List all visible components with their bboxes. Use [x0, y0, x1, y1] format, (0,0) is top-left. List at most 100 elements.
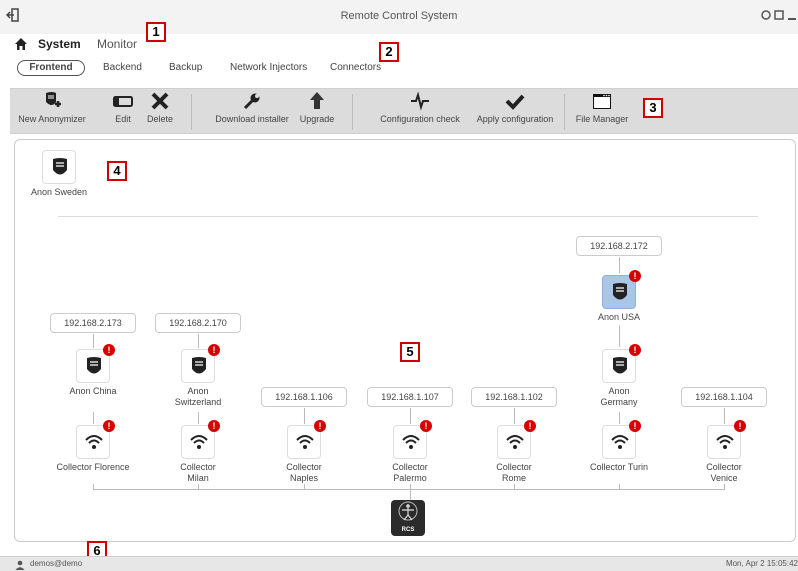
collector-node[interactable]: ! [497, 420, 536, 459]
anonymizer-mask-icon [87, 357, 101, 374]
collector-label: Collector Venice [706, 462, 742, 483]
alert-icon: ! [629, 270, 641, 282]
rcs-server-node[interactable]: RCS [391, 500, 425, 536]
wrench-icon [243, 93, 260, 110]
alert-icon: ! [629, 420, 641, 432]
rcs-logo-icon [398, 501, 418, 521]
connector-line [93, 412, 94, 424]
anonymizer-mask-icon [613, 283, 627, 300]
collector-label: Collector Palermo [392, 462, 428, 483]
edit-button[interactable]: Edit [110, 91, 136, 124]
window-controls-icon[interactable] [760, 8, 796, 22]
delete-button[interactable]: Delete [143, 91, 177, 124]
file-manager-button[interactable]: File Manager [574, 91, 630, 124]
collector-node[interactable]: ! [287, 420, 326, 459]
collector-label: Collector Florence [56, 462, 130, 472]
connector-line [724, 408, 725, 424]
callout-marker: 1 [146, 22, 166, 42]
anonymizer-node[interactable]: ! [181, 344, 220, 383]
wifi-icon [402, 435, 420, 449]
nav-monitor[interactable]: Monitor [97, 37, 137, 51]
callout-marker: 5 [400, 342, 420, 362]
status-datetime: Mon, Apr 2 15:05:42 [725, 559, 798, 568]
ip-box: 192.168.1.102 [471, 387, 557, 407]
wifi-icon [716, 435, 734, 449]
connector-line [198, 334, 199, 348]
anonymizer-label: Anon China [69, 386, 117, 396]
tab-backend[interactable]: Backend [103, 62, 142, 73]
alert-icon: ! [629, 344, 641, 356]
wifi-icon [611, 435, 629, 449]
anonymizer-label: Anon Sweden [30, 187, 88, 197]
ip-box: 192.168.1.107 [367, 387, 453, 407]
collector-label: Collector Rome [496, 462, 532, 483]
anonymizer-mask-icon [53, 158, 67, 175]
title-bar: Remote Control System [0, 0, 798, 34]
alert-icon: ! [208, 344, 220, 356]
configuration-check-button[interactable]: Configuration check [374, 91, 466, 124]
upgrade-button[interactable]: Upgrade [294, 91, 340, 124]
tab-backup[interactable]: Backup [169, 62, 202, 73]
anonymizer-node[interactable]: ! [76, 344, 115, 383]
alert-icon: ! [103, 420, 115, 432]
collector-node[interactable]: ! [76, 420, 115, 459]
callout-marker: 3 [643, 98, 663, 118]
window-title: Remote Control System [340, 10, 458, 22]
download-installer-button[interactable]: Download installer [213, 91, 291, 124]
tab-connectors[interactable]: Connectors [330, 62, 381, 73]
anonymizer-label: Anon Switzerland [174, 386, 222, 407]
home-icon[interactable] [14, 37, 28, 51]
anonymizer-label: Anon Germany [600, 386, 638, 407]
nav-system[interactable]: System [38, 37, 81, 51]
anonymizer-mask-icon [613, 357, 627, 374]
wifi-icon [190, 435, 208, 449]
connector-line [514, 408, 515, 424]
status-user: demos@demo [30, 559, 83, 568]
file-manager-icon [593, 94, 611, 109]
alert-icon: ! [524, 420, 536, 432]
connector-line [619, 412, 620, 424]
wifi-icon [85, 435, 103, 449]
anonymizer-node[interactable]: ! [602, 344, 641, 383]
tab-frontend[interactable]: Frontend [17, 60, 85, 76]
upgrade-arrow-icon [310, 92, 324, 109]
collector-node[interactable]: ! [181, 420, 220, 459]
callout-marker: 2 [379, 42, 399, 62]
toolbar-separator [352, 94, 353, 130]
toolbar-separator [564, 94, 565, 130]
alert-icon: ! [734, 420, 746, 432]
alert-icon: ! [103, 344, 115, 356]
delete-icon [151, 92, 169, 110]
edit-icon [113, 96, 133, 107]
collector-node[interactable]: ! [707, 420, 746, 459]
connector-line [198, 412, 199, 424]
connector-line [410, 408, 411, 424]
connector-bus [93, 489, 725, 490]
collector-node[interactable]: ! [602, 420, 641, 459]
ip-box: 192.168.2.170 [155, 313, 241, 333]
toolbar-separator [191, 94, 192, 130]
connector-line [619, 325, 620, 347]
apply-configuration-button[interactable]: Apply configuration [472, 91, 558, 124]
toolbar: New Anonymizer Edit Delete Download inst… [10, 88, 798, 134]
tab-network-injectors[interactable]: Network Injectors [230, 62, 307, 73]
anonymizer-node[interactable] [42, 150, 76, 184]
new-anonymizer-icon [46, 92, 61, 107]
ip-box: 192.168.1.106 [261, 387, 347, 407]
ip-box: 192.168.1.104 [681, 387, 767, 407]
connector-line [619, 257, 620, 273]
alert-icon: ! [208, 420, 220, 432]
collector-node[interactable]: ! [393, 420, 432, 459]
new-anonymizer-button[interactable]: New Anonymizer [10, 91, 94, 124]
ip-box: 192.168.2.172 [576, 236, 662, 256]
wifi-icon [296, 435, 314, 449]
ip-box: 192.168.2.173 [50, 313, 136, 333]
rcs-label: RCS [401, 527, 415, 533]
user-icon [15, 560, 25, 570]
collector-label: Collector Turin [589, 462, 649, 472]
anonymizer-node[interactable]: ! [602, 270, 641, 309]
canvas-divider [58, 216, 758, 217]
collector-label: Collector Naples [286, 462, 322, 483]
anonymizer-mask-icon [192, 357, 206, 374]
alert-icon: ! [314, 420, 326, 432]
